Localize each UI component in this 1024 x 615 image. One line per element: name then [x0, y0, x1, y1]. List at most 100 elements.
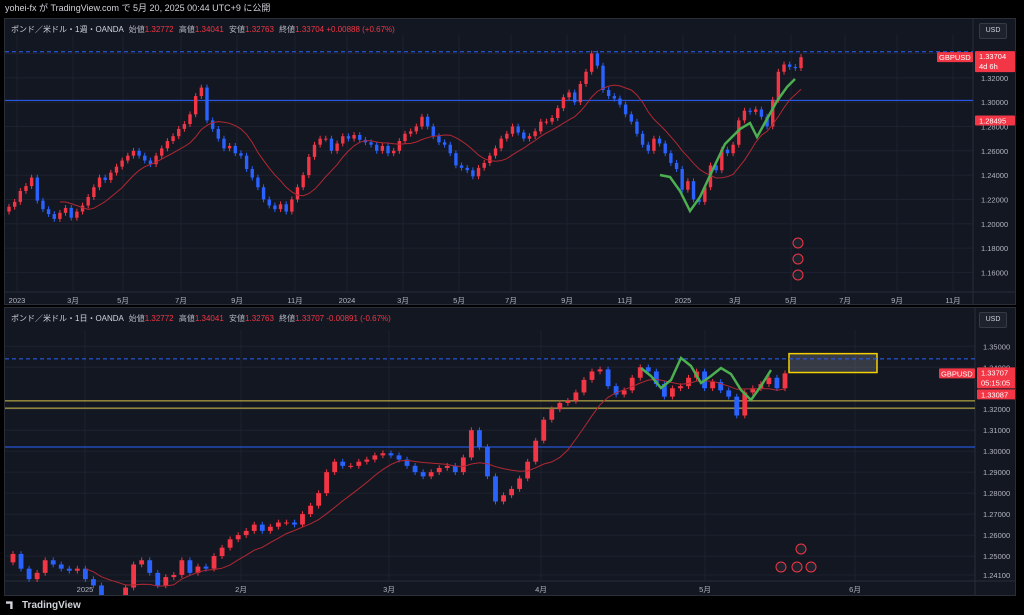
- candle: [375, 144, 379, 151]
- candle: [216, 128, 221, 139]
- candle: [670, 388, 675, 397]
- candle: [99, 585, 104, 595]
- candle: [316, 493, 321, 506]
- price-tick-label: 1.32000: [981, 74, 1008, 83]
- time-tick-label: 2025: [675, 296, 692, 304]
- candle: [29, 177, 34, 187]
- candle: [335, 143, 339, 151]
- low-value: 1.32763: [245, 314, 274, 323]
- candle: [182, 124, 187, 129]
- last-price-label: 1.33704: [979, 52, 1006, 61]
- candle: [80, 205, 85, 212]
- daily-legend: ポンド／米ドル・1日・OANDA 始値1.32772 高値1.34041 安値1…: [11, 313, 391, 324]
- candle: [171, 574, 177, 578]
- publish-header: yohei-fx が TradingView.com で 5月 20, 2025…: [0, 0, 1024, 16]
- candle: [26, 568, 32, 580]
- tradingview-logo[interactable]: TradingView: [6, 600, 81, 611]
- price-tick-label: 1.20000: [981, 220, 1008, 229]
- candle: [273, 205, 277, 210]
- high-label: 高値: [178, 314, 195, 323]
- candle: [227, 145, 232, 149]
- candle: [233, 145, 237, 154]
- candle: [312, 144, 317, 157]
- price-tick-label: 1.28000: [983, 489, 1010, 498]
- candle: [437, 136, 441, 143]
- candle: [584, 71, 588, 84]
- brand-text: TradingView: [22, 600, 81, 611]
- candle: [10, 553, 16, 563]
- candle: [103, 177, 107, 180]
- candle: [318, 138, 322, 145]
- candle: [782, 373, 788, 389]
- candle: [52, 214, 56, 219]
- candle: [621, 390, 627, 395]
- candle: [522, 132, 526, 139]
- candle: [139, 560, 145, 565]
- daily-chart-panel[interactable]: ポンド／米ドル・1日・OANDA 始値1.32772 高値1.34041 安値1…: [4, 307, 1016, 596]
- candle: [669, 153, 673, 163]
- candle: [431, 126, 435, 137]
- candle: [597, 369, 603, 372]
- candle: [408, 131, 413, 134]
- candle: [589, 53, 594, 72]
- time-tick-label: 11月: [287, 296, 302, 304]
- candle: [485, 446, 490, 477]
- candle: [710, 381, 716, 389]
- candle: [601, 65, 605, 90]
- candle: [278, 204, 283, 210]
- countdown-label: 05:15:05: [981, 378, 1010, 387]
- close-label: 終値: [279, 25, 296, 34]
- candle: [69, 207, 73, 218]
- candle: [686, 181, 690, 190]
- candle: [403, 133, 407, 142]
- candle: [372, 455, 378, 460]
- price-tick-label: 1.31000: [983, 426, 1010, 435]
- trend-drawing: [659, 78, 796, 214]
- candle: [517, 478, 523, 489]
- weekly-chart-panel[interactable]: ポンド／米ドル・1週・OANDA 始値1.32772 高値1.34041 安値1…: [4, 18, 1016, 305]
- candle: [516, 126, 520, 133]
- daily-chart-svg[interactable]: 1.350001.340001.320001.310001.300001.290…: [5, 308, 1015, 595]
- event-icon: [792, 253, 804, 265]
- candle: [541, 419, 547, 441]
- candle: [239, 153, 243, 156]
- candle: [58, 212, 62, 219]
- candle: [243, 530, 249, 536]
- candle: [300, 514, 305, 525]
- price-tick-label: 1.16000: [981, 268, 1008, 277]
- candle: [731, 144, 735, 154]
- low-label: 安値: [229, 314, 246, 323]
- candle: [301, 175, 305, 188]
- candle: [211, 556, 217, 569]
- candle: [171, 136, 175, 142]
- event-icon: [792, 269, 804, 281]
- weekly-chart-svg[interactable]: 1.340001.320001.300001.280001.260001.240…: [5, 19, 1015, 304]
- candle: [488, 155, 492, 163]
- candle: [163, 577, 169, 586]
- candle: [482, 162, 486, 168]
- tradingview-icon: [6, 601, 13, 610]
- candle: [18, 553, 24, 569]
- candle: [505, 133, 509, 139]
- candle: [645, 367, 651, 372]
- candle: [573, 392, 579, 401]
- candle: [766, 377, 772, 385]
- high-value: 1.34041: [194, 314, 224, 323]
- candle: [187, 560, 193, 573]
- candle: [63, 207, 68, 213]
- candle: [686, 377, 691, 387]
- candle: [131, 564, 137, 588]
- candle: [578, 83, 583, 103]
- candle: [391, 150, 396, 154]
- candle: [748, 110, 752, 112]
- currency-button[interactable]: USD: [979, 23, 1007, 39]
- currency-button[interactable]: USD: [979, 312, 1007, 328]
- candle: [267, 526, 273, 531]
- candle: [284, 522, 289, 524]
- candle: [452, 465, 458, 473]
- candle: [471, 170, 475, 177]
- candle: [787, 64, 792, 67]
- candle: [629, 377, 635, 391]
- candle: [7, 206, 11, 212]
- candle: [97, 177, 102, 188]
